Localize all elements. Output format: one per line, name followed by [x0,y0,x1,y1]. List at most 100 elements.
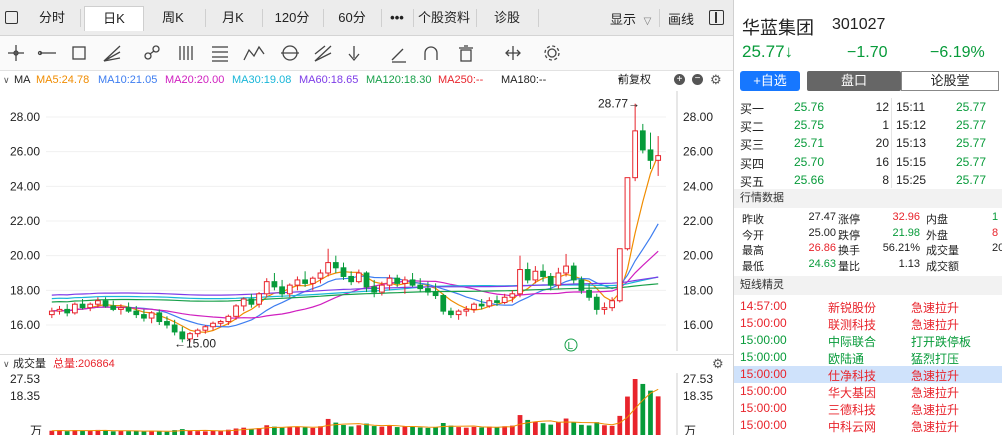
candle [71,302,78,315]
tab-pankou[interactable]: 盘口 [807,71,901,91]
market-label: 跌停 [838,229,860,242]
spirit-time: 14:57:00 [740,299,787,313]
market-data-row: 最低 24.63 量比 1.13 成交额 [734,258,1002,273]
horizontal-line-icon[interactable] [37,50,57,56]
spirit-time: 15:00:00 [740,418,787,432]
volume-bar [486,426,492,435]
market-value: 24.63 [808,257,836,270]
candle [210,321,216,331]
ma-legend-item: MA60:18.65 [299,74,359,86]
tab-more[interactable]: ••• [382,6,412,30]
tab-monthly-k[interactable]: 月K [207,6,259,30]
draw-line-button[interactable]: 画线 [668,9,694,28]
volume-unit-right: 万 [684,424,696,435]
toolbar-icons [8,45,560,63]
low-price-annotation: ←15.00 [174,336,216,350]
remove-indicator-icon[interactable]: − [692,74,703,85]
volume-bar [532,421,538,435]
volume-chart[interactable]: 27.53 18.35 27.53 18.35 万 万 [0,373,733,435]
wave-icon[interactable] [243,45,265,61]
bid-row[interactable]: 买四 25.70 16 15:15 25.77 [734,155,1002,173]
spirit-row[interactable]: 15:00:00 华大基因 急速拉升 [734,383,1002,400]
tab-stock-profile[interactable]: 个股资料 [414,6,474,30]
crosshair-icon[interactable] [8,45,24,61]
y-tick-label-right: 26.00 [683,145,713,159]
l-marker-icon[interactable]: L [564,338,578,352]
tab-weekly-k[interactable]: 周K [145,6,201,30]
candle [332,255,339,273]
volume-bar [287,427,293,435]
tab-fenshi[interactable]: 分时 [26,6,78,30]
add-watchlist-button[interactable]: +自选 [740,71,800,91]
panel-toggle-icon[interactable] [5,11,18,24]
candle [248,293,255,308]
candle [125,302,132,313]
last-price: 25.77 [742,42,785,61]
volume-bar [202,431,208,435]
spirit-stock: 三德科技 [828,403,877,417]
volume-tick-left: 18.35 [10,389,40,403]
spirit-row[interactable]: 15:00:00 联测科技 急速拉升 [734,315,1002,332]
indicator-settings-icon[interactable]: ⚙ [710,71,722,89]
tick-time: 15:11 [896,100,926,114]
bid-row[interactable]: 买二 25.75 1 15:12 25.77 [734,118,1002,136]
kline-chart[interactable]: 16.00 16.00 18.00 18.00 20.00 20.00 22.00 22.00… [0,89,733,354]
magnet-icon[interactable] [424,46,438,60]
tab-daily-k[interactable]: 日K [84,6,144,31]
range-icon[interactable] [505,46,521,60]
volume-bar [402,426,408,435]
market-data-row: 最高 26.86 换手 56.21% 成交量 20 [734,242,1002,257]
trash-icon[interactable] [459,45,473,62]
display-menu[interactable]: 显示 ▽ [610,9,651,28]
spirit-row[interactable]: 15:00:00 中际联合 打开跌停板 [734,332,1002,349]
ma-line [51,154,659,333]
spirit-row[interactable]: 15:00:00 欧陆通 猛烈打压 [734,349,1002,366]
tab-120min[interactable]: 120分 [264,6,320,30]
tab-diagnose[interactable]: 诊股 [478,6,536,30]
layout-toggle-icon[interactable] [709,10,724,25]
spirit-action: 急速拉升 [911,386,960,400]
tab-lungutang[interactable]: 论股堂 [901,71,999,91]
market-label: 成交额 [926,260,959,273]
pencil-icon[interactable] [391,48,406,63]
candle [56,305,63,315]
volume-bar [249,429,254,435]
market-value: 26.86 [808,242,836,254]
add-indicator-icon[interactable]: + [674,74,685,85]
down-arrow-icon[interactable] [348,46,360,62]
order-book: 买一 25.76 12 15:11 25.77 买二 25.75 1 15:12 25.77 买三 2… [734,96,1002,189]
candle [616,248,623,303]
rect-select-icon[interactable] [72,46,86,60]
tick-price: 25.77 [956,136,987,151]
fan-line-icon[interactable] [103,45,121,62]
spirit-stock: 欧陆通 [828,352,865,366]
ma-legend-item: MA5:24.78 [36,74,90,86]
parallel-lines-icon[interactable] [179,46,193,60]
spirit-row[interactable]: 14:57:00 新锐股份 急速拉升 [734,298,1002,315]
tab-60min[interactable]: 60分 [325,6,379,30]
market-value: 27.47 [808,211,836,223]
price-change-pct: −6.19% [930,44,985,61]
spirit-row[interactable]: 15:00:00 仕净科技 急速拉升 [734,366,1002,383]
spirit-time: 15:00:00 [740,367,787,381]
ma-collapse-icon[interactable]: ∨ [3,71,10,89]
spirit-row[interactable]: 15:00:00 中科云网 急速拉升 [734,417,1002,434]
down-arrow-icon: ↓ [784,42,794,61]
volume-bar [233,428,239,435]
volume-bar [302,427,308,435]
settings-icon[interactable] [544,45,560,61]
gann-icon[interactable] [314,45,332,62]
volume-bar [195,431,201,435]
bid-row[interactable]: 买一 25.76 12 15:11 25.77 [734,100,1002,118]
volume-bar [648,390,653,435]
fib-icon[interactable] [212,46,228,62]
candle [409,273,416,287]
y-tick-label-right: 22.00 [683,214,713,228]
link-icon[interactable] [144,45,160,60]
bid-row[interactable]: 买三 25.71 20 15:13 25.77 [734,136,1002,154]
spirit-row[interactable]: 15:00:00 三德科技 急速拉升 [734,400,1002,417]
candle [440,293,447,315]
cycle-icon[interactable] [281,45,299,61]
volume-settings-icon[interactable]: ⚙ [712,355,724,373]
volume-bar [410,426,415,435]
